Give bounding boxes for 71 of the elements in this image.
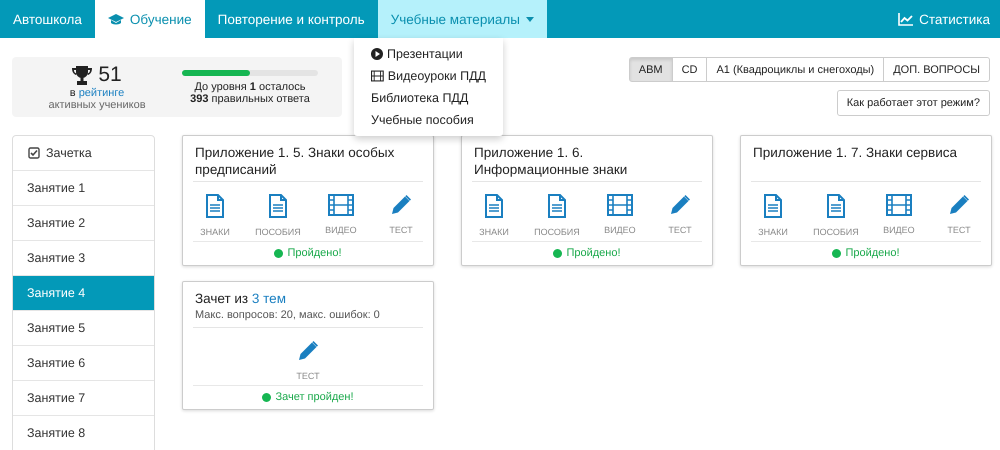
card-title: Приложение 1. 7. Знаки сервиса xyxy=(753,144,958,161)
material-link[interactable]: ВИДЕО xyxy=(878,194,919,237)
material-link[interactable]: ТЕСТ xyxy=(660,194,700,237)
material-link[interactable]: ЗНАКИ xyxy=(474,194,514,237)
card-title: Приложение 1. 6. Информационные знаки xyxy=(474,144,628,178)
document-icon xyxy=(826,194,846,218)
status-text: Пройдено! xyxy=(472,242,702,259)
brand-link[interactable]: Автошкола xyxy=(0,0,95,38)
material-link[interactable]: ПОСОБИЯ xyxy=(255,194,301,237)
card-subtitle: Макс. вопросов: 20, макс. ошибок: 0 xyxy=(195,309,381,321)
rating-caption: активных учеников xyxy=(48,99,146,111)
help-button[interactable]: Как работает этот режим? xyxy=(836,90,990,116)
material-link[interactable]: ТЕСТ xyxy=(938,194,979,237)
material-link[interactable]: ТЕСТ xyxy=(380,194,421,237)
sidebar-item[interactable]: Занятие 7 xyxy=(13,380,154,415)
document-icon xyxy=(546,194,567,218)
status-text: Пройдено! xyxy=(193,242,423,259)
material-link[interactable]: ВИДЕО xyxy=(600,194,640,237)
pencil-icon xyxy=(668,194,691,216)
material-link[interactable]: ВИДЕО xyxy=(320,194,361,237)
material-link[interactable]: ЗНАКИ xyxy=(195,194,235,237)
menu-item[interactable]: Библиотека ПДД xyxy=(354,87,503,109)
document-icon xyxy=(484,194,504,218)
card-title: Приложение 1. 5. Знаки особых предписаний xyxy=(195,144,396,178)
statistics-link[interactable]: Статистика xyxy=(885,0,1000,38)
sidebar-item[interactable]: Занятие 5 xyxy=(13,310,154,345)
sidebar-item[interactable]: Занятие 8 xyxy=(13,415,154,450)
play-icon xyxy=(371,48,383,60)
status-text: Пройдено! xyxy=(751,242,981,259)
progress-text: 393 правильных ответа xyxy=(190,92,310,104)
nav-tab[interactable]: Учебные материалы xyxy=(378,0,547,38)
document-icon xyxy=(205,194,225,218)
rating-link[interactable]: рейтинге xyxy=(78,87,124,99)
topics-link[interactable]: 3 тем xyxy=(252,291,286,306)
caret-icon xyxy=(526,16,534,22)
status-text: Зачет пройден! xyxy=(193,386,423,403)
checkbox-icon xyxy=(28,147,40,159)
sidebar-item[interactable]: Занятие 6 xyxy=(13,345,154,380)
material-link[interactable]: ПОСОБИЯ xyxy=(534,194,580,237)
film-icon xyxy=(371,70,384,82)
sidebar-item[interactable]: Занятие 2 xyxy=(13,205,154,240)
material-link[interactable]: ТЕСТ xyxy=(288,340,328,381)
trophy-icon xyxy=(72,66,92,84)
film-icon xyxy=(328,194,354,216)
sidebar-item[interactable]: Занятие 4 xyxy=(13,275,154,310)
category-button[interactable]: A1 (Квадроциклы и снегоходы) xyxy=(706,57,884,82)
category-button[interactable]: ДОП. ВОПРОСЫ xyxy=(883,57,990,82)
nav-tab[interactable]: Обучение xyxy=(94,0,205,38)
document-icon xyxy=(763,194,783,218)
sidebar-item[interactable]: Занятие 1 xyxy=(13,170,154,205)
material-link[interactable]: ЗНАКИ xyxy=(753,194,793,237)
pencil-icon xyxy=(297,340,319,362)
sidebar-item[interactable]: Зачетка xyxy=(13,136,154,170)
graduation-cap-icon xyxy=(108,14,124,24)
pencil-icon xyxy=(390,194,412,216)
category-button[interactable]: CD xyxy=(672,57,708,82)
menu-item[interactable]: Учебные пособия xyxy=(354,109,503,131)
pencil-icon xyxy=(948,194,970,216)
menu-item[interactable]: Презентации xyxy=(354,43,503,65)
film-icon xyxy=(886,194,912,216)
document-icon xyxy=(268,194,288,218)
category-button[interactable]: ABM xyxy=(628,57,673,82)
progress-text: До уровня 1 осталось xyxy=(194,80,306,92)
rating-value: 51 xyxy=(98,63,122,87)
nav-tab[interactable]: Повторение и контроль xyxy=(204,0,378,38)
rating-prefix: в xyxy=(70,87,76,99)
menu-item[interactable]: Видеоуроки ПДД xyxy=(354,65,503,87)
film-icon xyxy=(606,194,633,216)
material-link[interactable]: ПОСОБИЯ xyxy=(813,194,859,237)
line-chart-icon xyxy=(898,12,914,26)
card-title: Зачет из 3 тем xyxy=(195,290,287,307)
